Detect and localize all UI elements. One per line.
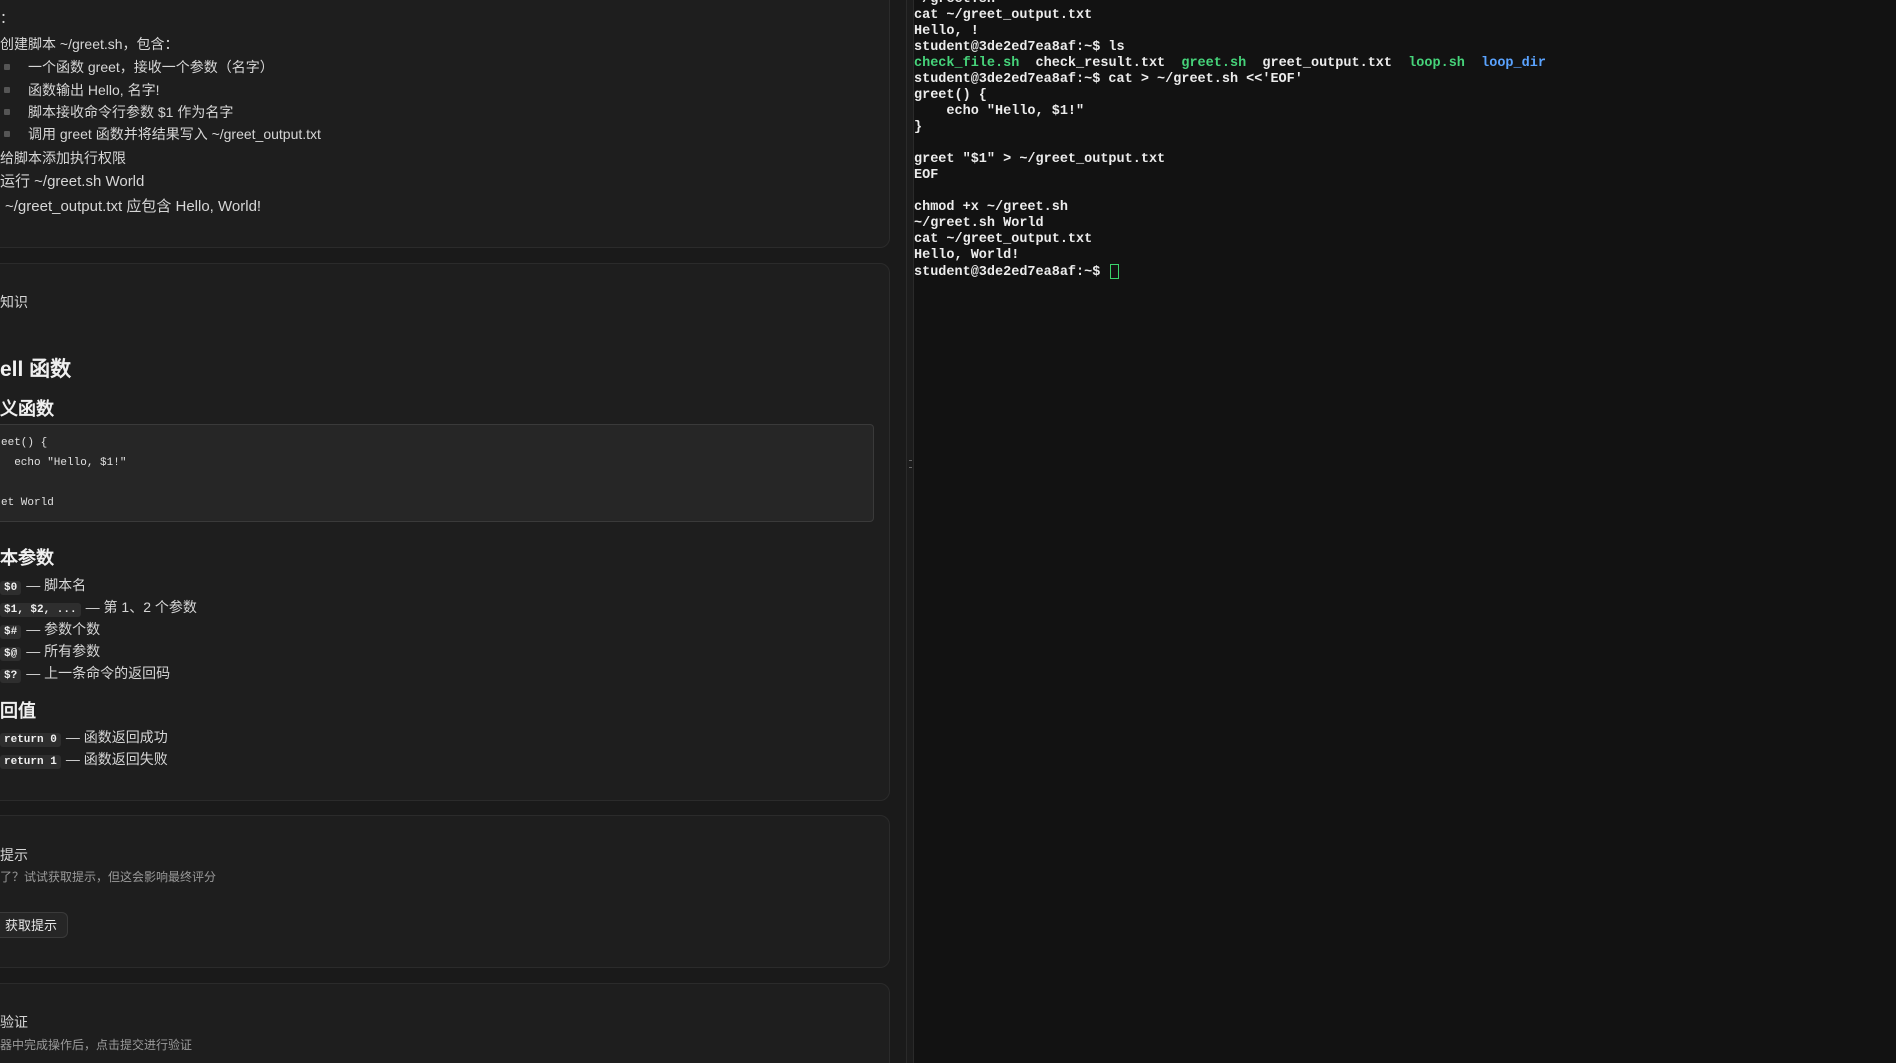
hint-card — [0, 815, 890, 968]
terminal-prompt-line[interactable]: student@3de2ed7ea8af:~$ — [914, 264, 1896, 280]
terminal-line: EOF — [914, 168, 939, 183]
param-desc: — 所有参数 — [26, 643, 101, 659]
code-block: eet() { echo "Hello, $1!" et World — [0, 424, 874, 522]
terminal-line: student@3de2ed7ea8af:~$ ls — [914, 40, 1125, 55]
return-code: return 1 — [0, 755, 61, 769]
bullet — [4, 131, 10, 137]
terminal-line: chmod +x ~/greet.sh — [914, 200, 1068, 215]
terminal-line: student@3de2ed7ea8af:~$ cat > ~/greet.sh… — [914, 72, 1303, 87]
ls-entry: loop.sh — [1408, 56, 1465, 71]
ls-entry: check_result.txt — [1035, 56, 1166, 71]
hint-description: 了？试试获取提示，但这会影响最终评分 — [0, 870, 217, 884]
task-step-run: 运行 ~/greet.sh World — [0, 173, 145, 190]
terminal-line: cat ~/greet_output.txt — [914, 232, 1093, 247]
knowledge-heading-return: 回值 — [0, 701, 36, 721]
ls-entry: greet.sh — [1181, 56, 1247, 71]
task-step-chmod: 给脚本添加执行权限 — [0, 150, 126, 166]
task-bullet-call: 调用 greet 函数并将结果写入 ~/greet_output.txt — [28, 126, 321, 142]
param-row: $@ — 所有参数 — [0, 641, 100, 661]
terminal-line: echo "Hello, $1!" — [914, 104, 1085, 119]
hint-title: 提示 — [0, 847, 28, 863]
param-code: $? — [0, 669, 22, 683]
bullet — [4, 64, 10, 70]
task-bullet-output: 函数输出 Hello, 名字! — [28, 82, 160, 98]
terminal-line: ~/greet.sh World — [914, 216, 1044, 231]
param-row: $# — 参数个数 — [0, 619, 100, 639]
code-line: echo "Hello, $1!" — [1, 457, 127, 469]
task-step-create: 创建脚本 ~/greet.sh，包含： — [0, 36, 179, 52]
param-desc: — 第 1、2 个参数 — [85, 599, 197, 615]
ls-entry: check_file.sh — [914, 56, 1020, 71]
terminal-prompt: student@3de2ed7ea8af:~$ — [914, 265, 1109, 281]
panel-resize-handle[interactable] — [906, 0, 914, 1063]
terminal-output: ~/greet.shcat ~/greet_output.txtHello, !… — [914, 0, 1896, 280]
param-row: $1, $2, ... — 第 1、2 个参数 — [0, 597, 197, 617]
cursor-icon — [1110, 264, 1120, 279]
param-desc: — 参数个数 — [26, 621, 101, 637]
terminal-panel[interactable]: ~/greet.shcat ~/greet_output.txtHello, !… — [914, 0, 1896, 1063]
terminal-line: Hello, World! — [914, 248, 1020, 263]
get-hint-button[interactable]: 获取提示 — [0, 912, 69, 938]
verify-description: 器中完成操作后，点击提交进行验证 — [0, 1038, 193, 1052]
param-desc: — 脚本名 — [26, 577, 87, 593]
verify-title: 验证 — [0, 1014, 28, 1030]
terminal-line: cat ~/greet_output.txt — [914, 8, 1093, 23]
return-code: return 0 — [0, 733, 61, 747]
bullet — [4, 87, 10, 93]
task-expectation: ~/greet_output.txt 应包含 Hello, World! — [5, 198, 262, 215]
return-desc: — 函数返回失败 — [65, 751, 168, 767]
terminal-line: } — [914, 120, 923, 135]
return-row: return 0 — 函数返回成功 — [0, 727, 168, 747]
knowledge-heading-params: 本参数 — [0, 548, 54, 568]
return-desc: — 函数返回成功 — [65, 729, 168, 745]
param-row: $? — 上一条命令的返回码 — [0, 663, 170, 683]
terminal-ls-output: check_file.sh check_result.txt greet.sh … — [914, 56, 1896, 72]
param-desc: — 上一条命令的返回码 — [26, 665, 171, 681]
knowledge-heading-functions: ell 函数 — [0, 358, 72, 381]
task-bullet-argument: 脚本接收命令行参数 $1 作为名字 — [28, 104, 234, 120]
code-line: eet() { — [1, 437, 48, 449]
knowledge-card — [0, 263, 890, 801]
param-code: $0 — [0, 581, 22, 595]
ls-entry: loop_dir — [1481, 56, 1546, 71]
task-intro: ： — [0, 10, 14, 26]
bullet — [4, 109, 10, 115]
knowledge-title: 知识 — [0, 294, 28, 310]
param-code: $@ — [0, 647, 22, 661]
terminal-line: greet() { — [914, 88, 987, 103]
task-bullet-function: 一个函数 greet，接收一个参数（名字） — [28, 59, 274, 75]
ls-entry: greet_output.txt — [1262, 56, 1392, 71]
terminal-line: Hello, ! — [914, 24, 979, 39]
param-row: $0 — 脚本名 — [0, 575, 86, 595]
terminal-line: greet "$1" > ~/greet_output.txt — [914, 152, 1166, 167]
terminal-line: ~/greet.sh — [914, 0, 1896, 8]
param-code: $1, $2, ... — [0, 603, 81, 617]
code-line: et World — [1, 497, 54, 509]
param-code: $# — [0, 625, 22, 639]
grip-icon — [909, 460, 912, 468]
lesson-panel: ： 创建脚本 ~/greet.sh，包含： 一个函数 greet，接收一个参数（… — [0, 0, 906, 1063]
return-row: return 1 — 函数返回失败 — [0, 749, 168, 769]
knowledge-heading-define: 义函数 — [0, 399, 54, 419]
